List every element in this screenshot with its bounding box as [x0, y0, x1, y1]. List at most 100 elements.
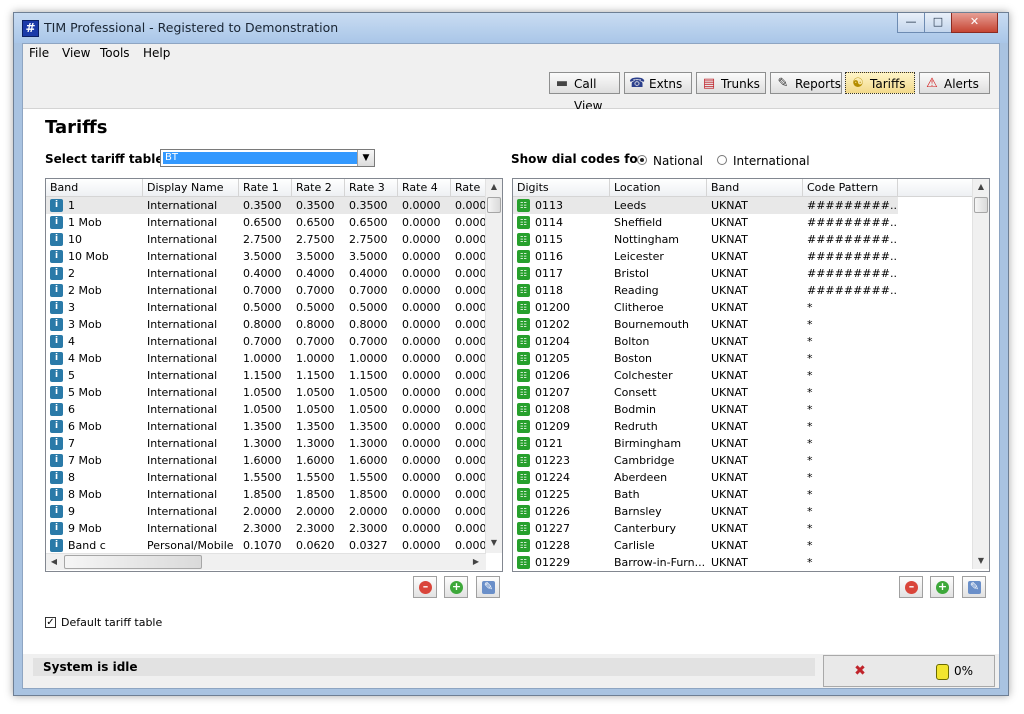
radio-national-dot[interactable] [637, 155, 647, 165]
tariff-bands-table[interactable]: Band Display Name Rate 1 Rate 2 Rate 3 Rate 4… [45, 178, 503, 572]
table-row[interactable]: ☷ 0118 Reading UKNAT #########... [513, 282, 898, 299]
alerts-button[interactable]: ⚠ Alerts [919, 72, 990, 94]
table-row[interactable]: ☷ 01228 Carlisle UKNAT * [513, 537, 898, 554]
menu-view[interactable]: View [62, 46, 90, 60]
table-row[interactable]: ☷ 01223 Cambridge UKNAT * [513, 452, 898, 469]
table-row[interactable]: ☷ 01202 Bournemouth UKNAT * [513, 316, 898, 333]
close-button[interactable]: ✕ [951, 13, 998, 33]
vertical-scrollbar[interactable]: ▲ ▼ [972, 179, 989, 569]
table-row[interactable]: ☷ 01200 Clitheroe UKNAT * [513, 299, 898, 316]
title-bar[interactable]: # TIM Professional - Registered to Demon… [14, 13, 1008, 43]
table-row[interactable]: i 9 Mob International 2.3000 2.3000 2.3000 0.0… [46, 520, 487, 537]
dial-codes-table[interactable]: Digits Location Band Code Pattern ☷ 0113 Leed… [512, 178, 990, 572]
table-row[interactable]: ☷ 01209 Redruth UKNAT * [513, 418, 898, 435]
hscroll-thumb[interactable] [64, 555, 202, 569]
table-row[interactable]: ☷ 01227 Canterbury UKNAT * [513, 520, 898, 537]
column-header[interactable]: Band [46, 179, 143, 196]
table-cell: #########... [807, 199, 898, 212]
horizontal-scrollbar[interactable]: ◀ ▶ [46, 553, 486, 570]
menu-tools[interactable]: Tools [100, 46, 130, 60]
table-row[interactable]: i 6 Mob International 1.3500 1.3500 1.3500 0.0… [46, 418, 487, 435]
scroll-left-icon[interactable]: ◀ [46, 554, 62, 570]
table-row[interactable]: ☷ 0114 Sheffield UKNAT #########... [513, 214, 898, 231]
radio-national[interactable]: National [637, 154, 703, 168]
table-row[interactable]: i 4 International 0.7000 0.7000 0.7000 0.0000 0… [46, 333, 487, 350]
table-row[interactable]: i 10 Mob International 3.5000 3.5000 3.5000 0.… [46, 248, 487, 265]
chevron-down-icon[interactable]: ▼ [357, 150, 374, 166]
scroll-up-icon[interactable]: ▲ [486, 179, 502, 195]
remove-band-button[interactable]: – [413, 576, 437, 598]
table-row[interactable]: ☷ 0117 Bristol UKNAT #########... [513, 265, 898, 282]
table-row[interactable]: ☷ 01204 Bolton UKNAT * [513, 333, 898, 350]
table-row[interactable]: ☷ 01207 Consett UKNAT * [513, 384, 898, 401]
table-cell: Bournemouth [614, 318, 690, 331]
call-view-button[interactable]: ▬ Call View [549, 72, 620, 113]
column-header[interactable]: Rate 2 [292, 179, 345, 196]
radio-international[interactable]: International [717, 154, 810, 168]
table-row[interactable]: ☷ 01208 Bodmin UKNAT * [513, 401, 898, 418]
info-icon: i [50, 420, 63, 433]
table-row[interactable]: i 3 International 0.5000 0.5000 0.5000 0.0000 0… [46, 299, 487, 316]
table-row[interactable]: i 5 Mob International 1.0500 1.0500 1.0500 0.0… [46, 384, 487, 401]
table-cell: 0.7000 [243, 284, 282, 297]
edit-code-button[interactable]: ✎ [962, 576, 986, 598]
scroll-thumb[interactable] [974, 197, 988, 213]
menu-file[interactable]: File [29, 46, 49, 60]
table-row[interactable]: i 8 International 1.5500 1.5500 1.5500 0.0000 0… [46, 469, 487, 486]
table-row[interactable]: i 1 International 0.3500 0.3500 0.3500 0.0000 0… [46, 197, 487, 214]
menu-help[interactable]: Help [143, 46, 170, 60]
scroll-down-icon[interactable]: ▼ [973, 553, 989, 569]
table-row[interactable]: i 3 Mob International 0.8000 0.8000 0.8000 0.0… [46, 316, 487, 333]
table-row[interactable]: ☷ 01205 Boston UKNAT * [513, 350, 898, 367]
column-header[interactable]: Rate 1 [239, 179, 292, 196]
table-row[interactable]: ☷ 01226 Barnsley UKNAT * [513, 503, 898, 520]
column-header[interactable]: Code Pattern [803, 179, 898, 196]
table-row[interactable]: i 4 Mob International 1.0000 1.0000 1.0000 0.0… [46, 350, 487, 367]
maximize-button[interactable]: □ [924, 13, 952, 33]
add-code-button[interactable]: + [930, 576, 954, 598]
checkmark-icon[interactable]: ✓ [45, 617, 56, 628]
table-cell: 1.0500 [296, 386, 335, 399]
table-row[interactable]: i 9 International 2.0000 2.0000 2.0000 0.0000 0… [46, 503, 487, 520]
remove-code-button[interactable]: – [899, 576, 923, 598]
table-row[interactable]: ☷ 0116 Leicester UKNAT #########... [513, 248, 898, 265]
table-row[interactable]: i 6 International 1.0500 1.0500 1.0500 0.0000 0… [46, 401, 487, 418]
table-row[interactable]: i 7 International 1.3000 1.3000 1.3000 0.0000 0… [46, 435, 487, 452]
table-row[interactable]: i 5 International 1.1500 1.1500 1.1500 0.0000 0… [46, 367, 487, 384]
table-row[interactable]: ☷ 0121 Birmingham UKNAT * [513, 435, 898, 452]
column-header[interactable]: Location [610, 179, 707, 196]
table-row[interactable]: i 7 Mob International 1.6000 1.6000 1.6000 0.0… [46, 452, 487, 469]
table-row[interactable]: ☷ 0115 Nottingham UKNAT #########... [513, 231, 898, 248]
scroll-thumb[interactable] [487, 197, 501, 213]
table-row[interactable]: ☷ 01229 Barrow-in-Furn... UKNAT * [513, 554, 898, 571]
table-row[interactable]: ☷ 01225 Bath UKNAT * [513, 486, 898, 503]
default-tariff-checkbox[interactable]: ✓ Default tariff table [45, 616, 162, 629]
extns-button[interactable]: ☎ Extns [624, 72, 692, 94]
reports-button[interactable]: ✎ Reports [770, 72, 842, 94]
trunks-button[interactable]: ▤ Trunks [696, 72, 766, 94]
table-row[interactable]: i 8 Mob International 1.8500 1.8500 1.8500 0.0… [46, 486, 487, 503]
table-row[interactable]: ☷ 01206 Colchester UKNAT * [513, 367, 898, 384]
vertical-scrollbar[interactable]: ▲ ▼ [485, 179, 502, 553]
table-row[interactable]: i Band c Personal/Mobile 0.1070 0.0620 0.0327… [46, 537, 487, 554]
column-header[interactable]: Band [707, 179, 803, 196]
table-row[interactable]: i 2 Mob International 0.7000 0.7000 0.7000 0.0… [46, 282, 487, 299]
tariff-table-select[interactable]: BT ▼ [160, 149, 375, 167]
column-header[interactable]: Rate 4 [398, 179, 451, 196]
column-header[interactable]: Digits [513, 179, 610, 196]
column-header[interactable]: Rate 3 [345, 179, 398, 196]
table-row[interactable]: i 10 International 2.7500 2.7500 2.7500 0.0000… [46, 231, 487, 248]
table-row[interactable]: ☷ 0113 Leeds UKNAT #########... [513, 197, 898, 214]
add-band-button[interactable]: + [444, 576, 468, 598]
column-header[interactable]: Display Name [143, 179, 239, 196]
scroll-right-icon[interactable]: ▶ [468, 554, 484, 570]
tariffs-button[interactable]: ☯ Tariffs [845, 72, 915, 94]
table-row[interactable]: i 1 Mob International 0.6500 0.6500 0.6500 0.0… [46, 214, 487, 231]
scroll-down-icon[interactable]: ▼ [486, 535, 502, 551]
minimize-button[interactable]: — [897, 13, 925, 33]
table-row[interactable]: ☷ 01224 Aberdeen UKNAT * [513, 469, 898, 486]
radio-international-dot[interactable] [717, 155, 727, 165]
edit-band-button[interactable]: ✎ [476, 576, 500, 598]
scroll-up-icon[interactable]: ▲ [973, 179, 989, 195]
table-row[interactable]: i 2 International 0.4000 0.4000 0.4000 0.0000 0… [46, 265, 487, 282]
